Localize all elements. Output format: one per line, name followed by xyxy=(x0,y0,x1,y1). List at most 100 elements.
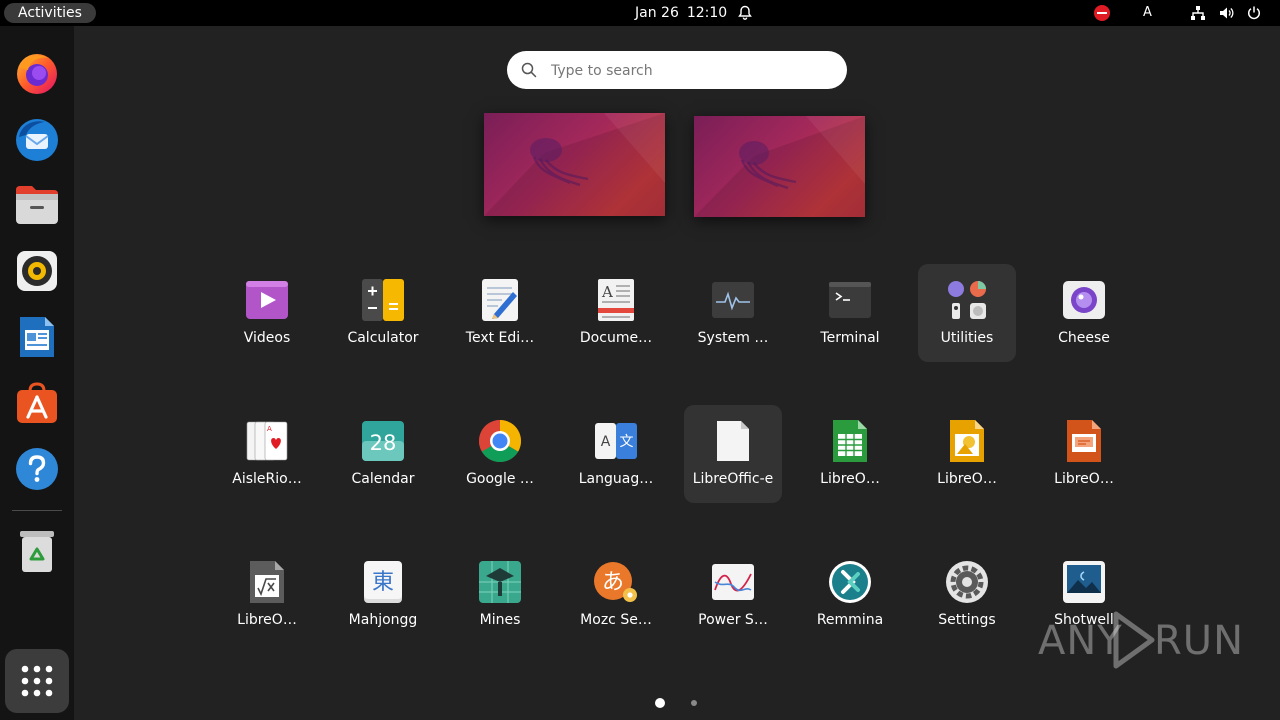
power-icon[interactable] xyxy=(1246,5,1262,21)
watermark-text-right: RUN xyxy=(1154,618,1244,664)
dock-item-trash[interactable] xyxy=(10,524,64,578)
app-document-viewer[interactable]: A Docume… xyxy=(567,264,665,362)
anyrun-watermark: ANY RUN xyxy=(1038,608,1243,672)
app-videos[interactable]: Videos xyxy=(218,264,316,362)
app-settings[interactable]: Settings xyxy=(918,546,1016,644)
text-editor-icon xyxy=(482,279,518,321)
dock-item-libreoffice-writer[interactable] xyxy=(10,310,64,364)
app-libreoffice-math[interactable]: LibreO… xyxy=(218,546,316,644)
app-label: AisleRio… xyxy=(232,471,302,487)
rhythmbox-icon xyxy=(17,251,57,291)
jellyfish-wallpaper xyxy=(694,116,865,217)
trash-icon xyxy=(20,531,54,572)
app-mozc-setup[interactable]: あ Mozc Se… xyxy=(567,546,665,644)
libreoffice-math-icon xyxy=(250,561,284,603)
dock-item-files[interactable] xyxy=(10,178,64,232)
show-apps-button[interactable] xyxy=(5,649,69,713)
top-bar: Activities Jan 26 12:10 A xyxy=(0,0,1280,26)
app-terminal[interactable]: Terminal xyxy=(801,264,899,362)
app-libreoffice-draw[interactable]: LibreO… xyxy=(918,405,1016,503)
app-language-support[interactable]: A 文 Languag… xyxy=(567,405,665,503)
utilities-folder-icon xyxy=(948,281,986,319)
shotwell-icon xyxy=(1063,561,1105,603)
libreoffice-impress-icon xyxy=(1067,420,1101,462)
network-icon[interactable] xyxy=(1190,5,1206,21)
mahjongg-icon: 東 xyxy=(364,561,402,603)
libreoffice-icon xyxy=(717,421,749,461)
dock-separator xyxy=(12,510,62,511)
app-mines[interactable]: Mines xyxy=(451,546,549,644)
time-label: 12:10 xyxy=(686,5,728,21)
app-cheese[interactable]: Cheese xyxy=(1035,264,1133,362)
date-label: Jan 26 xyxy=(635,5,679,21)
app-label: Mozc Se… xyxy=(580,612,652,628)
app-google-chrome[interactable]: Google … xyxy=(451,405,549,503)
app-aisleriot[interactable]: A AisleRio… xyxy=(218,405,316,503)
app-label: Docume… xyxy=(579,330,653,346)
workspace-thumbnail-1[interactable] xyxy=(484,113,665,216)
app-libreoffice-calc[interactable]: LibreO… xyxy=(801,405,899,503)
page-indicator-2[interactable] xyxy=(691,700,697,706)
chrome-icon xyxy=(478,420,522,463)
app-label: System … xyxy=(697,330,769,346)
app-label: Calendar xyxy=(351,471,415,487)
notification-bell-icon[interactable] xyxy=(737,5,753,21)
app-label: Remmina xyxy=(816,612,884,628)
search-icon xyxy=(521,62,537,78)
calendar-icon: 28 xyxy=(362,421,404,461)
activities-button[interactable]: Activities xyxy=(4,3,96,23)
language-support-icon: A 文 xyxy=(595,423,637,459)
dock-item-thunderbird[interactable] xyxy=(10,112,64,166)
app-power-statistics[interactable]: Power S… xyxy=(684,546,782,644)
app-label: Power S… xyxy=(698,612,768,628)
dock-item-app-center[interactable] xyxy=(10,376,64,430)
dock-item-help[interactable] xyxy=(10,442,64,496)
app-center-icon xyxy=(17,382,57,423)
app-remmina[interactable]: Remmina xyxy=(801,546,899,644)
power-statistics-icon xyxy=(712,564,754,600)
firefox-icon xyxy=(17,54,57,94)
workspace-thumbnail-2[interactable] xyxy=(694,116,865,217)
svg-text:文: 文 xyxy=(620,434,634,450)
svg-text:A: A xyxy=(601,434,611,450)
search-bar[interactable] xyxy=(507,51,847,89)
volume-icon[interactable] xyxy=(1218,5,1234,21)
terminal-icon xyxy=(829,282,871,318)
dock-item-firefox[interactable] xyxy=(10,46,64,100)
app-label: Cheese xyxy=(1058,330,1110,346)
app-calendar[interactable]: 28 Calendar xyxy=(334,405,432,503)
do-not-disturb-icon[interactable] xyxy=(1094,5,1110,21)
calculator-icon xyxy=(362,279,404,321)
search-input[interactable] xyxy=(549,59,833,83)
app-text-editor[interactable]: Text Edi… xyxy=(451,264,549,362)
aisleriot-icon: A xyxy=(246,421,288,461)
app-label: Text Edi… xyxy=(465,330,535,346)
mozc-icon: あ xyxy=(594,562,637,602)
clock[interactable]: Jan 26 12:10 xyxy=(635,4,727,22)
app-label: Settings xyxy=(938,612,996,628)
settings-icon xyxy=(946,561,988,603)
app-label: Utilities xyxy=(940,330,994,346)
app-calculator[interactable]: Calculator xyxy=(334,264,432,362)
mahjongg-glyph: 東 xyxy=(372,570,394,595)
app-label: Terminal xyxy=(820,330,880,346)
keyboard-layout-indicator[interactable]: A xyxy=(1143,4,1152,22)
app-mahjongg[interactable]: 東 Mahjongg xyxy=(334,546,432,644)
help-icon xyxy=(16,448,58,490)
dock-item-rhythmbox[interactable] xyxy=(10,244,64,298)
document-viewer-icon: A xyxy=(598,279,634,321)
app-system-monitor[interactable]: System … xyxy=(684,264,782,362)
app-folder-utilities[interactable]: Utilities xyxy=(918,264,1016,362)
app-libreoffice[interactable]: LibreOffic-e xyxy=(684,405,782,503)
app-label: LibreO… xyxy=(237,612,297,628)
app-label: LibreO… xyxy=(937,471,997,487)
page-indicator-1[interactable] xyxy=(655,698,665,708)
app-label: Languag… xyxy=(578,471,654,487)
videos-icon xyxy=(246,281,288,319)
svg-text:A: A xyxy=(601,283,613,301)
mozc-glyph: あ xyxy=(602,570,624,595)
app-label: Google … xyxy=(466,471,534,487)
writer-icon xyxy=(20,317,54,357)
app-label: Mahjongg xyxy=(348,612,418,628)
app-libreoffice-impress[interactable]: LibreO… xyxy=(1035,405,1133,503)
